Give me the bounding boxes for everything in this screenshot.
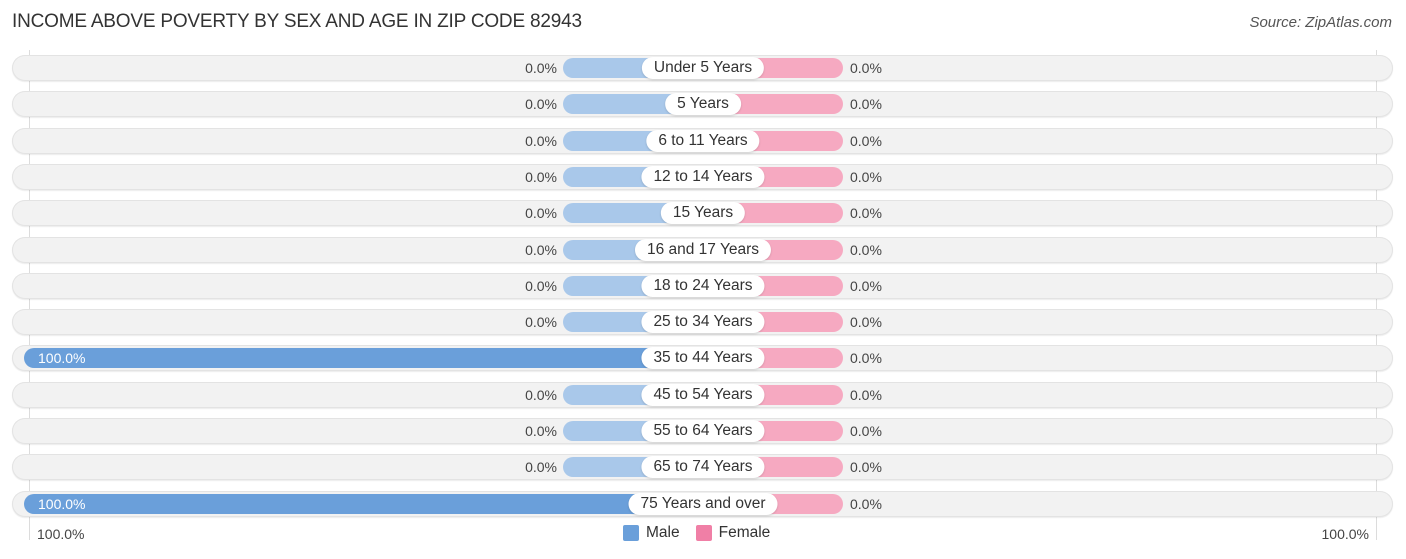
value-label-male: 0.0% (525, 205, 557, 222)
axis-right-label: 100.0% (1321, 526, 1369, 542)
category-label: Under 5 Years (641, 57, 765, 79)
chart-row: 0.0% 0.0% 12 to 14 Years (12, 163, 1393, 190)
value-label-male: 0.0% (525, 314, 557, 331)
value-label-female: 0.0% (850, 386, 882, 403)
bar-male[interactable] (24, 348, 703, 369)
legend: Male Female (623, 524, 778, 542)
value-label-male: 0.0% (525, 459, 557, 476)
value-label-male: 0.0% (525, 277, 557, 294)
value-label-male: 0.0% (525, 423, 557, 439)
axis-left-label: 100.0% (37, 526, 85, 542)
chart-rows: 0.0% 0.0% Under 5 Years 0.0% 0.0% 5 Years 0.0%… (0, 0, 1406, 559)
value-label-female: 0.0% (850, 168, 882, 185)
value-label-male: 100.0% (38, 350, 86, 367)
category-label: 5 Years (665, 93, 741, 116)
chart-row: 0.0% 0.0% 6 to 11 Years (12, 127, 1393, 154)
value-label-female: 0.0% (850, 132, 882, 149)
value-label-female: 0.0% (850, 314, 882, 331)
legend-swatch-female (695, 525, 712, 541)
value-label-male: 0.0% (525, 60, 557, 76)
chart-row: 0.0% 0.0% 18 to 24 Years (12, 272, 1393, 299)
category-label: 25 to 34 Years (641, 311, 765, 334)
value-label-male: 0.0% (525, 241, 557, 258)
value-label-female: 0.0% (850, 277, 882, 294)
value-label-female: 0.0% (850, 350, 882, 367)
legend-label-male: Male (646, 524, 680, 541)
category-label: 12 to 14 Years (641, 165, 765, 188)
value-label-female: 0.0% (850, 205, 882, 222)
chart-row: 0.0% 0.0% 45 to 54 Years (12, 381, 1393, 408)
category-label: 16 and 17 Years (634, 238, 772, 261)
chart-row: 0.0% 0.0% 5 Years (12, 91, 1393, 118)
chart-row: 0.0% 0.0% 16 and 17 Years (12, 236, 1393, 263)
chart-row: 100.0% 0.0% 75 Years and over (12, 490, 1393, 517)
category-label: 45 to 54 Years (641, 383, 765, 406)
chart-row: 0.0% 0.0% Under 5 Years (12, 55, 1393, 81)
legend-item-male[interactable]: Male (623, 524, 680, 542)
value-label-male: 0.0% (525, 132, 557, 149)
legend-item-female[interactable]: Female (695, 524, 771, 542)
category-label: 35 to 44 Years (641, 347, 765, 370)
chart-row: 0.0% 0.0% 25 to 34 Years (12, 309, 1393, 336)
legend-label-female: Female (718, 524, 771, 541)
value-label-female: 0.0% (850, 60, 882, 76)
chart-row: 0.0% 0.0% 15 Years (12, 200, 1393, 227)
bar-male[interactable] (24, 493, 703, 514)
category-label: 55 to 64 Years (641, 420, 765, 442)
category-label: 75 Years and over (628, 492, 778, 515)
chart-row: 0.0% 0.0% 65 to 74 Years (12, 454, 1393, 481)
category-label: 65 to 74 Years (641, 456, 765, 479)
chart-row: 0.0% 0.0% 55 to 64 Years (12, 418, 1393, 444)
legend-swatch-male (623, 525, 639, 541)
value-label-female: 0.0% (850, 96, 882, 113)
value-label-male: 100.0% (38, 495, 86, 512)
value-label-female: 0.0% (850, 459, 882, 476)
value-label-male: 0.0% (525, 386, 557, 403)
category-label: 15 Years (660, 202, 746, 225)
chart-row: 100.0% 0.0% 35 to 44 Years (12, 345, 1393, 372)
category-label: 6 to 11 Years (646, 129, 760, 152)
category-label: 18 to 24 Years (641, 274, 765, 297)
value-label-female: 0.0% (850, 241, 882, 258)
value-label-female: 0.0% (850, 495, 882, 512)
value-label-female: 0.0% (850, 423, 882, 439)
value-label-male: 0.0% (525, 168, 557, 185)
value-label-male: 0.0% (525, 96, 557, 113)
